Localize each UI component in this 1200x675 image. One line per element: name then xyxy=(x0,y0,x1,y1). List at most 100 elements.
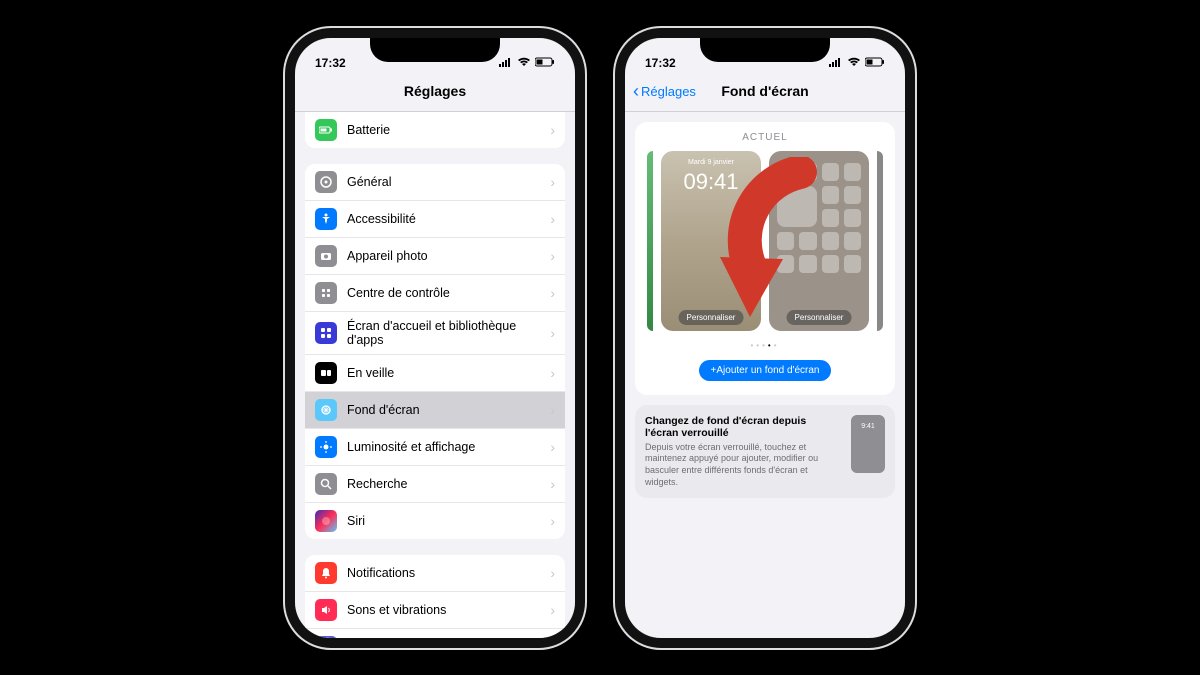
tip-card: Changez de fond d'écran depuis l'écran v… xyxy=(635,405,895,499)
homescreen-preview[interactable]: Personnaliser xyxy=(769,151,869,331)
row-siri[interactable]: Siri › xyxy=(305,503,565,539)
chevron-right-icon: › xyxy=(550,174,555,190)
row-label: Siri xyxy=(347,514,540,528)
control-center-icon xyxy=(315,282,337,304)
brightness-icon xyxy=(315,436,337,458)
customize-home-button[interactable]: Personnaliser xyxy=(787,310,852,325)
gear-icon xyxy=(315,171,337,193)
prev-wallpaper-sliver[interactable] xyxy=(647,151,653,331)
wallpaper-icon xyxy=(315,399,337,421)
standby-icon xyxy=(315,362,337,384)
siri-icon xyxy=(315,510,337,532)
row-label: Batterie xyxy=(347,123,540,137)
row-accessibilite[interactable]: Accessibilité › xyxy=(305,201,565,238)
status-time: 17:32 xyxy=(645,56,676,70)
chevron-right-icon: › xyxy=(550,439,555,455)
lock-time: 09:41 xyxy=(661,169,761,195)
chevron-right-icon: › xyxy=(550,285,555,301)
nav-header-wallpaper: ‹ Réglages Fond d'écran xyxy=(625,72,905,112)
chevron-right-icon: › xyxy=(550,365,555,381)
back-label: Réglages xyxy=(641,84,696,99)
chevron-right-icon: › xyxy=(550,122,555,138)
chevron-right-icon: › xyxy=(550,602,555,618)
notch xyxy=(700,38,830,62)
tip-body: Depuis votre écran verrouillé, touchez e… xyxy=(645,442,841,489)
current-label: ACTUEL xyxy=(643,132,887,143)
signal-icon xyxy=(499,56,513,70)
page-dots[interactable]: ••••• xyxy=(643,341,887,350)
tip-phone-time: 9:41 xyxy=(861,423,875,430)
tip-phone-illustration: 9:41 xyxy=(851,415,885,473)
signal-icon xyxy=(829,56,843,70)
home-library-icon xyxy=(315,322,337,344)
row-label: Fond d'écran xyxy=(347,403,540,417)
current-wallpaper-card: ACTUEL Mardi 9 janvier 09:41 Personnalis… xyxy=(635,122,895,395)
row-recherche[interactable]: Recherche › xyxy=(305,466,565,503)
row-label: Luminosité et affichage xyxy=(347,440,540,454)
row-label: Sons et vibrations xyxy=(347,603,540,617)
wifi-icon xyxy=(847,56,861,70)
speaker-icon xyxy=(315,599,337,621)
phone-settings: 17:32 Réglages Batterie › xyxy=(285,28,585,648)
row-label: Général xyxy=(347,175,540,189)
battery-settings-icon xyxy=(315,119,337,141)
row-label: Notifications xyxy=(347,566,540,580)
notch xyxy=(370,38,500,62)
battery-icon xyxy=(865,56,885,70)
row-appareil-photo[interactable]: Appareil photo › xyxy=(305,238,565,275)
row-label: Écran d'accueil et bibliothèque d'apps xyxy=(347,319,540,347)
row-ecran-accueil[interactable]: Écran d'accueil et bibliothèque d'apps › xyxy=(305,312,565,355)
lock-day: Mardi 9 janvier xyxy=(661,159,761,166)
row-label: En veille xyxy=(347,366,540,380)
settings-scroll[interactable]: Batterie › Général › Accessibilité › App… xyxy=(295,112,575,638)
nav-header-settings: Réglages xyxy=(295,72,575,112)
row-general[interactable]: Général › xyxy=(305,164,565,201)
phone-wallpaper: 17:32 ‹ Réglages Fond d'écran ACTUEL Mar… xyxy=(615,28,915,648)
row-luminosite[interactable]: Luminosité et affichage › xyxy=(305,429,565,466)
wifi-icon xyxy=(517,56,531,70)
chevron-right-icon: › xyxy=(550,565,555,581)
row-label: Accessibilité xyxy=(347,212,540,226)
status-indicators xyxy=(829,56,885,70)
wallpaper-content[interactable]: ACTUEL Mardi 9 janvier 09:41 Personnalis… xyxy=(625,112,905,638)
section-general: Général › Accessibilité › Appareil photo… xyxy=(305,164,565,539)
add-wallpaper-button[interactable]: +Ajouter un fond d'écran xyxy=(699,360,832,381)
status-indicators xyxy=(499,56,555,70)
row-label: Appareil photo xyxy=(347,249,540,263)
row-fond-ecran[interactable]: Fond d'écran › xyxy=(305,392,565,429)
battery-icon xyxy=(535,56,555,70)
row-concentration[interactable]: Concentration › xyxy=(305,629,565,638)
section-notifications: Notifications › Sons et vibrations › Con… xyxy=(305,555,565,638)
tip-text: Changez de fond d'écran depuis l'écran v… xyxy=(645,415,841,489)
next-wallpaper-sliver[interactable] xyxy=(877,151,883,331)
chevron-right-icon: › xyxy=(550,476,555,492)
row-label: Centre de contrôle xyxy=(347,286,540,300)
chevron-left-icon: ‹ xyxy=(633,81,639,102)
row-centre-controle[interactable]: Centre de contrôle › xyxy=(305,275,565,312)
chevron-right-icon: › xyxy=(550,402,555,418)
status-time: 17:32 xyxy=(315,56,346,70)
home-app-grid xyxy=(777,163,861,301)
row-sons[interactable]: Sons et vibrations › xyxy=(305,592,565,629)
camera-icon xyxy=(315,245,337,267)
chevron-right-icon: › xyxy=(550,325,555,341)
customize-lock-button[interactable]: Personnaliser xyxy=(679,310,744,325)
moon-icon xyxy=(315,636,337,638)
chevron-right-icon: › xyxy=(550,248,555,264)
chevron-right-icon: › xyxy=(550,513,555,529)
page-title: Réglages xyxy=(404,83,466,99)
tip-title: Changez de fond d'écran depuis l'écran v… xyxy=(645,415,841,439)
section-partial: Batterie › xyxy=(305,112,565,148)
accessibility-icon xyxy=(315,208,337,230)
row-label: Recherche xyxy=(347,477,540,491)
row-batterie[interactable]: Batterie › xyxy=(305,112,565,148)
lockscreen-preview[interactable]: Mardi 9 janvier 09:41 Personnaliser xyxy=(661,151,761,331)
wallpaper-previews: Mardi 9 janvier 09:41 Personnaliser Pers… xyxy=(643,151,887,331)
bell-icon xyxy=(315,562,337,584)
chevron-right-icon: › xyxy=(550,211,555,227)
back-button[interactable]: ‹ Réglages xyxy=(633,72,696,111)
page-title: Fond d'écran xyxy=(721,83,808,99)
row-en-veille[interactable]: En veille › xyxy=(305,355,565,392)
row-notifications[interactable]: Notifications › xyxy=(305,555,565,592)
search-icon xyxy=(315,473,337,495)
